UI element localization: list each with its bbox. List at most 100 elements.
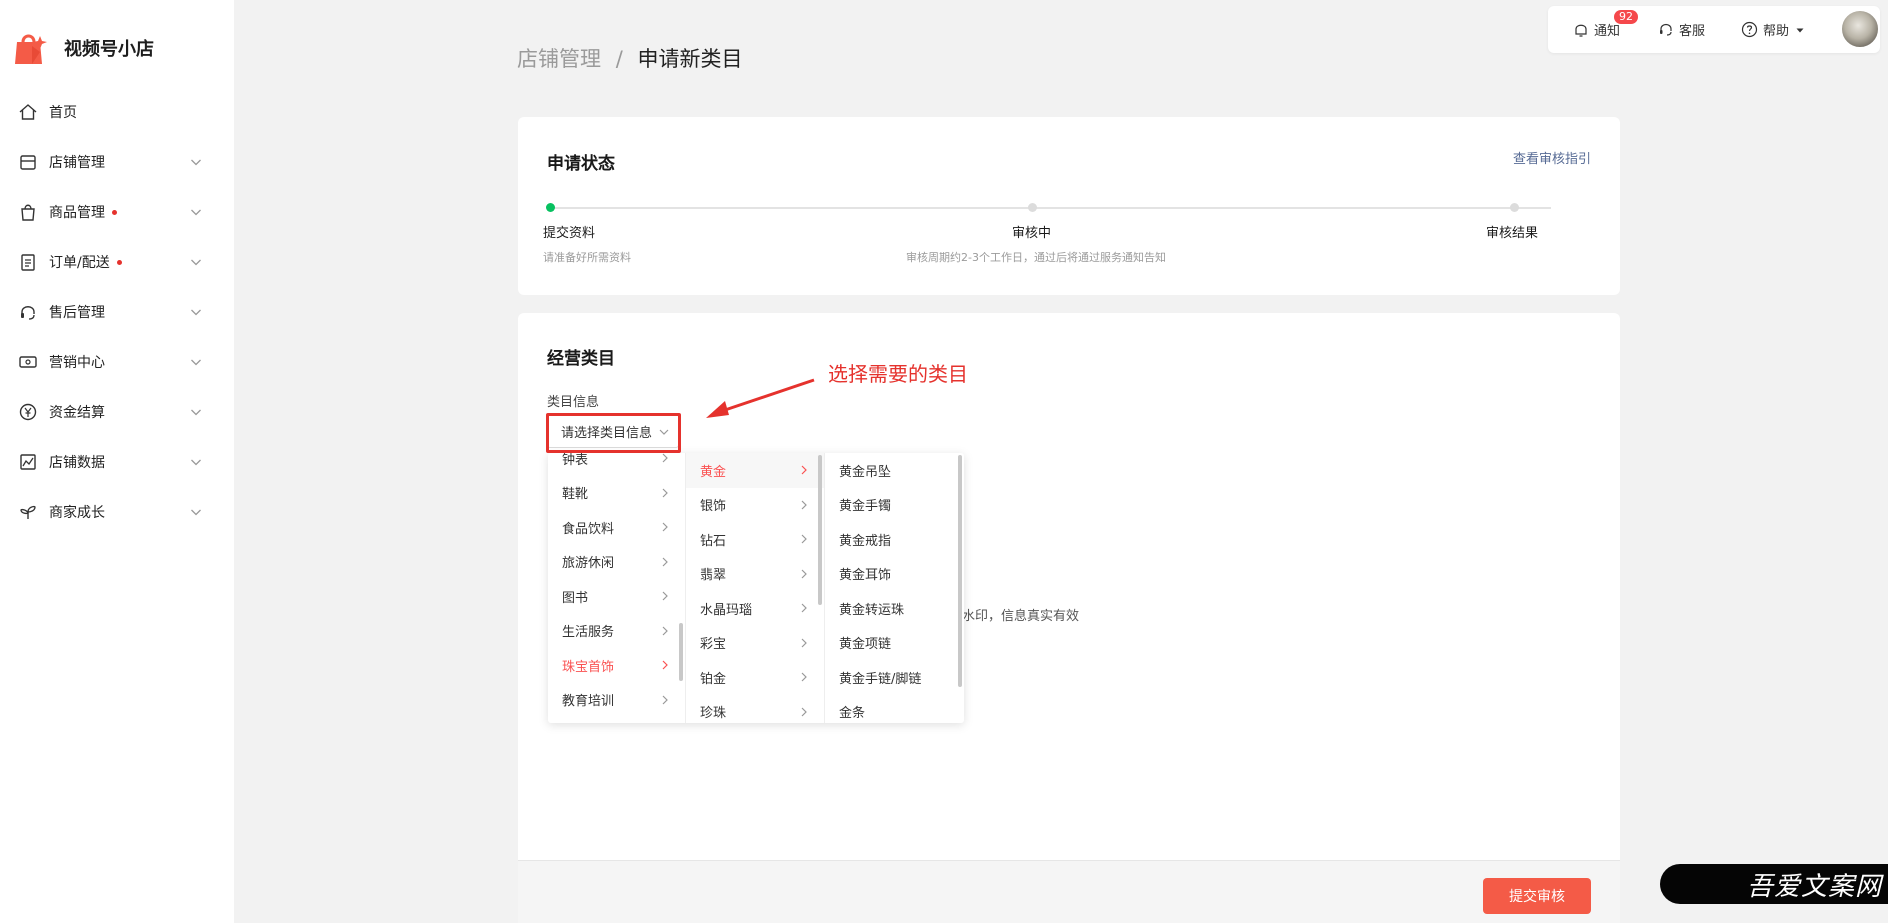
cascader-option[interactable]: 教育培训 xyxy=(548,683,685,718)
chevron-right-icon xyxy=(801,638,807,647)
scrollbar-thumb[interactable] xyxy=(818,455,822,605)
cascader-option[interactable]: 生活服务 xyxy=(548,614,685,649)
cascader-column-level1[interactable]: 钟表 鞋靴 食品饮料 旅游休闲 图书 生活服务 珠宝首饰 教育培训 xyxy=(548,453,686,723)
customer-service-button[interactable]: 客服 xyxy=(1658,20,1705,39)
sidebar-item-label: 首页 xyxy=(49,105,77,121)
sidebar-item-label: 店铺管理 xyxy=(49,155,105,171)
category-card-title: 经营类目 xyxy=(547,349,615,369)
step-dot-result xyxy=(1510,203,1519,212)
chevron-down-icon xyxy=(191,159,201,166)
cascader-option-label: 金条 xyxy=(839,706,866,722)
cascader-option[interactable]: 彩宝 xyxy=(686,626,824,661)
cascader-option[interactable]: 黄金手镯 xyxy=(825,488,964,523)
chevron-right-icon xyxy=(801,534,807,544)
scrollbar-thumb[interactable] xyxy=(679,623,683,681)
step-dot-submit xyxy=(546,203,555,212)
cascader-option-selected[interactable]: 珠宝首饰 xyxy=(548,648,685,683)
sidebar-item-products[interactable]: 商品管理 xyxy=(0,187,234,237)
breadcrumb-parent-link[interactable]: 店铺管理 xyxy=(517,47,601,71)
cascader-option[interactable]: 珍珠 xyxy=(686,695,824,724)
chevron-down-icon xyxy=(659,429,669,435)
category-select[interactable]: 请选择类目信息 xyxy=(547,414,679,448)
brand[interactable]: 视频号小店 xyxy=(14,30,154,66)
chevron-right-icon xyxy=(662,522,668,532)
help-dropdown[interactable]: 帮助 xyxy=(1741,20,1810,39)
cascader-option[interactable]: 图书 xyxy=(548,579,685,614)
cascader-option[interactable]: 黄金耳饰 xyxy=(825,557,964,592)
cascader-option[interactable]: 黄金转运珠 xyxy=(825,591,964,626)
sidebar-item-marketing[interactable]: 营销中心 xyxy=(0,337,234,387)
cascader-option-label: 银饰 xyxy=(700,499,727,515)
cascader-option-label: 黄金 xyxy=(700,464,727,480)
cascader-option[interactable]: 铂金 xyxy=(686,660,824,695)
shop-bag-logo-icon xyxy=(15,34,47,64)
review-guide-link[interactable]: 查看审核指引 xyxy=(1513,148,1591,167)
cascader-option-label: 旅游休闲 xyxy=(562,556,615,572)
cascader-option[interactable]: 旅游休闲 xyxy=(548,545,685,580)
cascader-option[interactable]: 水晶玛瑙 xyxy=(686,591,824,626)
question-circle-icon xyxy=(1741,21,1758,38)
step-label-result: 审核结果 xyxy=(1486,226,1539,241)
bell-icon xyxy=(1575,24,1587,37)
cascader-option[interactable]: 鞋靴 xyxy=(548,476,685,511)
scrollbar-thumb[interactable] xyxy=(958,455,962,687)
cascader-option[interactable]: 银饰 xyxy=(686,488,824,523)
yen-icon xyxy=(19,403,37,421)
cascader-option-label: 钟表 xyxy=(562,453,589,468)
sidebar-item-home[interactable]: 首页 xyxy=(0,87,234,137)
caret-down-icon xyxy=(1796,28,1804,32)
customer-service-label: 客服 xyxy=(1679,24,1706,39)
cascader-option[interactable]: 黄金手链/脚链 xyxy=(825,660,964,695)
chevron-right-icon xyxy=(801,465,807,475)
ticket-icon xyxy=(19,356,37,368)
bag-icon xyxy=(21,204,35,221)
step-desc-review: 审核周期约2-3个工作日，通过后将通过服务通知告知 xyxy=(906,251,1166,264)
chevron-down-icon xyxy=(191,509,201,516)
sidebar-item-store[interactable]: 店铺管理 xyxy=(0,137,234,187)
cascader-option-label: 生活服务 xyxy=(562,625,615,641)
cascader-option-label: 铂金 xyxy=(700,671,727,687)
cascader-option-label: 黄金吊坠 xyxy=(839,464,892,480)
cascader-option-label: 黄金项链 xyxy=(839,637,892,653)
category-select-placeholder: 请选择类目信息 xyxy=(561,425,653,441)
submit-review-button[interactable]: 提交审核 xyxy=(1483,878,1591,914)
cascader-option[interactable]: 钟表 xyxy=(548,453,685,476)
chevron-right-icon xyxy=(662,453,668,463)
sidebar-item-label: 资金结算 xyxy=(49,405,105,421)
notification-button[interactable]: 通知 92 xyxy=(1573,10,1638,39)
cascader-option-selected[interactable]: 黄金 xyxy=(686,453,824,488)
cascader-option[interactable]: 金条 xyxy=(825,695,964,724)
cascader-option-label: 钻石 xyxy=(700,533,727,549)
cascader-option-label: 水晶玛瑙 xyxy=(700,602,753,618)
cascader-column-level3[interactable]: 黄金吊坠 黄金手镯 黄金戒指 黄金耳饰 黄金转运珠 黄金项链 黄金手链/脚链 金… xyxy=(825,453,964,723)
cascader-option-label: 翡翠 xyxy=(700,568,727,584)
top-toolbar: 通知 92 客服 帮助 xyxy=(1548,6,1880,53)
cascader-option-label: 黄金戒指 xyxy=(839,533,892,549)
step-dot-review xyxy=(1028,203,1037,212)
cascader-option[interactable]: 翡翠 xyxy=(686,557,824,592)
sidebar-item-orders[interactable]: 订单/配送 xyxy=(0,237,234,287)
application-status-card: 申请状态 查看审核指引 提交资料 审核中 审核结果 请准备好所需资料 审核周期约… xyxy=(518,117,1620,295)
chevron-right-icon xyxy=(662,488,668,497)
sidebar-item-label: 营销中心 xyxy=(49,355,105,371)
chevron-down-icon xyxy=(191,309,201,316)
cascader-column-level2[interactable]: 黄金 银饰 钻石 翡翠 水晶玛瑙 彩宝 铂金 珍珠 xyxy=(686,453,825,723)
cascader-option[interactable]: 钻石 xyxy=(686,522,824,557)
sidebar-item-growth[interactable]: 商家成长 xyxy=(0,487,234,537)
chevron-right-icon xyxy=(801,500,807,509)
sprout-icon xyxy=(20,506,36,519)
headset-icon xyxy=(1660,23,1672,36)
user-avatar[interactable] xyxy=(1840,9,1880,49)
sidebar-item-data[interactable]: 店铺数据 xyxy=(0,437,234,487)
sidebar-item-finance[interactable]: 资金结算 xyxy=(0,387,234,437)
step-desc-submit: 请准备好所需资料 xyxy=(543,251,631,264)
cascader-option[interactable]: 黄金戒指 xyxy=(825,522,964,557)
cascader-option-label: 珍珠 xyxy=(700,706,727,722)
cascader-option[interactable]: 黄金吊坠 xyxy=(825,453,964,488)
sidebar-item-aftersales[interactable]: 售后管理 xyxy=(0,287,234,337)
cascader-option[interactable]: 食品饮料 xyxy=(548,510,685,545)
cascader-option[interactable]: 黄金项链 xyxy=(825,626,964,661)
chevron-down-icon xyxy=(191,259,201,266)
sidebar-item-label: 商品管理 xyxy=(49,205,105,221)
sidebar-item-label: 商家成长 xyxy=(49,505,105,521)
